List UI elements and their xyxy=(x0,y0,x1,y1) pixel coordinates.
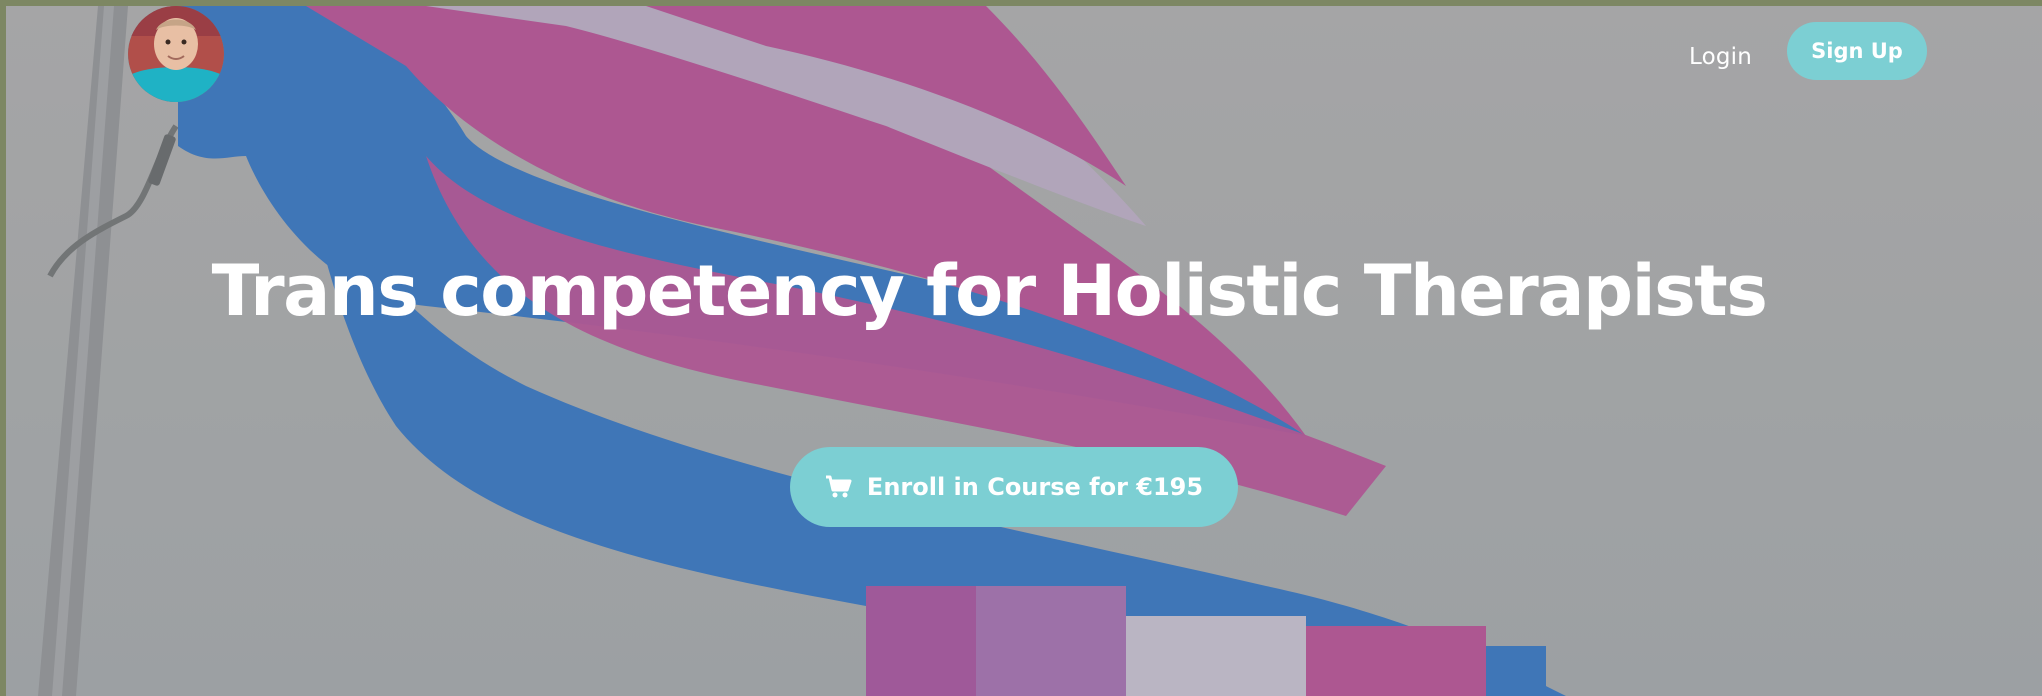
sign-up-button[interactable]: Sign Up xyxy=(1787,22,1927,80)
shopping-cart-icon xyxy=(825,475,852,498)
instructor-avatar-icon xyxy=(128,6,224,102)
hero-banner: Login Sign Up Trans competency for Holis… xyxy=(6,6,2042,696)
login-link[interactable]: Login xyxy=(1689,44,1752,70)
page-frame: Login Sign Up Trans competency for Holis… xyxy=(0,0,2042,696)
hero-overlay xyxy=(6,6,2042,696)
page-title: Trans competency for Holistic Therapists xyxy=(211,250,1768,332)
avatar[interactable] xyxy=(128,6,224,102)
enroll-label: Enroll in Course for €195 xyxy=(866,473,1204,501)
enroll-button[interactable]: Enroll in Course for €195 xyxy=(790,447,1238,527)
